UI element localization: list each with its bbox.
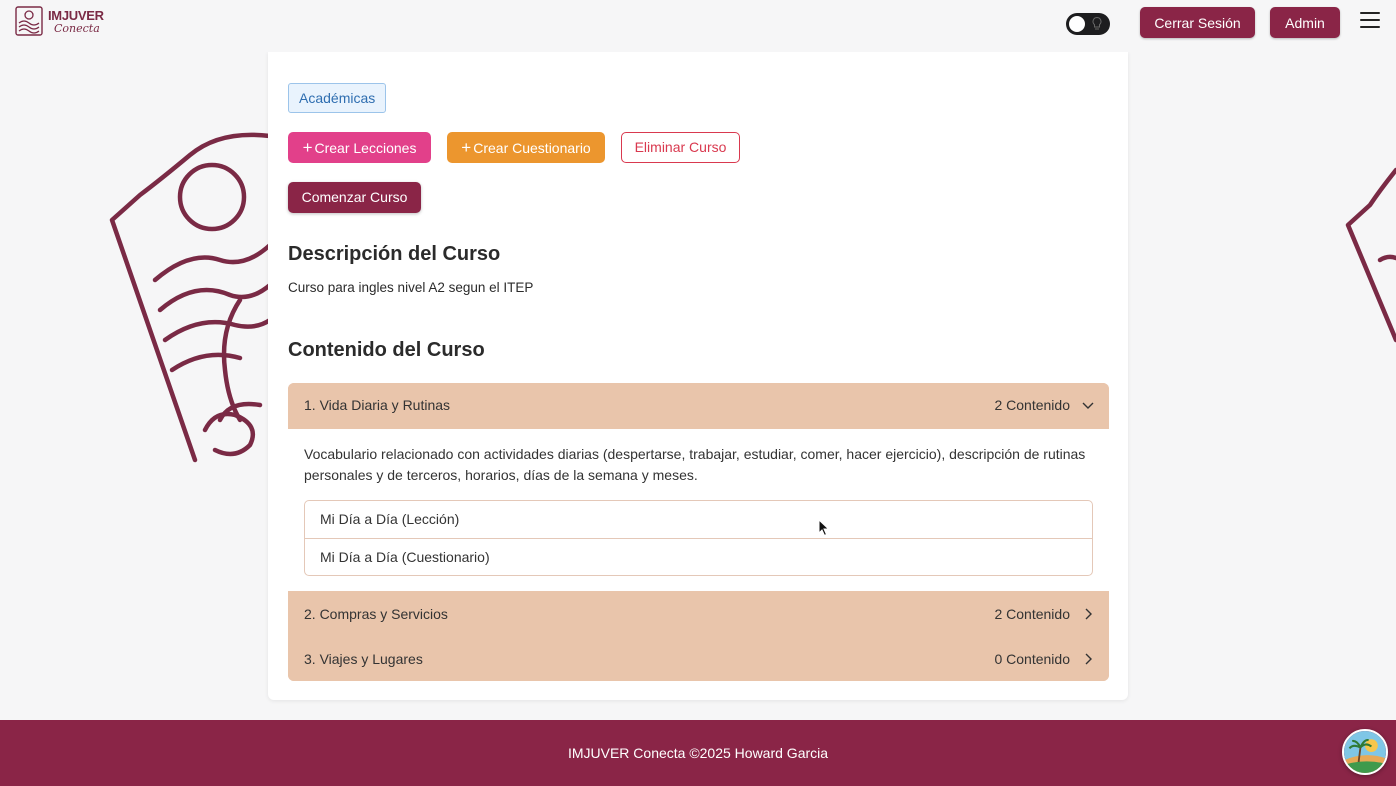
module-header-1[interactable]: 1. Vida Diaria y Rutinas 2 Contenido [288, 383, 1109, 428]
module-header-3[interactable]: 3. Viajes y Lugares 0 Contenido [288, 637, 1109, 681]
decorative-illustration-right [1345, 167, 1396, 343]
module-description: Vocabulario relacionado con actividades … [304, 446, 1086, 483]
theme-toggle-icon [1092, 16, 1102, 30]
site-footer: IMJUVER Conecta ©2025 Howard Garcia [0, 720, 1396, 786]
module-title: 2. Compras y Servicios [304, 606, 448, 622]
module-count: 0 Contenido [994, 651, 1070, 667]
module-title: 3. Viajes y Lugares [304, 651, 423, 667]
module-item-list: Mi Día a Día (Lección) Mi Día a Día (Cue… [304, 500, 1093, 576]
logo-icon [15, 6, 43, 36]
menu-icon[interactable] [1360, 12, 1380, 30]
top-navbar: IMJUVER Conecta Cerrar Sesión Admin [0, 0, 1396, 52]
create-quiz-button[interactable]: + Crear Cuestionario [447, 132, 605, 163]
category-tag[interactable]: Académicas [288, 83, 387, 113]
course-card: Académicas + Crear Lecciones + Crear Cuest… [268, 52, 1128, 700]
mouse-cursor-icon [818, 519, 830, 537]
decorative-illustration-left [109, 132, 273, 463]
logo-subtitle: Conecta [54, 21, 100, 35]
module-title: 1. Vida Diaria y Rutinas [304, 397, 451, 413]
delete-course-button[interactable]: Eliminar Curso [621, 132, 740, 163]
module-header-2[interactable]: 2. Compras y Servicios 2 Contenido [288, 592, 1109, 637]
description-text: Curso para ingles nivel A2 segun el ITEP [288, 280, 534, 295]
chevron-right-icon [1085, 653, 1092, 665]
logo-title: IMJUVER [48, 7, 104, 23]
description-heading: Descripción del Curso [288, 243, 501, 265]
admin-button[interactable]: Admin [1270, 7, 1340, 38]
chat-avatar-icon[interactable] [1342, 729, 1388, 775]
plus-icon: + [461, 138, 472, 157]
logout-button[interactable]: Cerrar Sesión [1140, 7, 1255, 38]
theme-toggle[interactable] [1066, 13, 1110, 35]
list-item-lesson[interactable]: Mi Día a Día (Lección) [305, 501, 1092, 538]
chevron-right-icon [1085, 608, 1092, 620]
footer-text: IMJUVER Conecta ©2025 Howard Garcia [567, 745, 829, 761]
course-content-accordion: 1. Vida Diaria y Rutinas 2 Contenido Voc… [288, 383, 1109, 681]
site-logo[interactable]: IMJUVER Conecta [14, 5, 104, 37]
list-item-quiz[interactable]: Mi Día a Día (Cuestionario) [305, 538, 1092, 575]
start-course-button[interactable]: Comenzar Curso [288, 182, 421, 213]
toggle-knob [1069, 16, 1085, 32]
module-count: 2 Contenido [994, 397, 1070, 413]
module-body-1: Vocabulario relacionado con actividades … [288, 429, 1109, 591]
plus-icon: + [302, 138, 313, 157]
create-lessons-button[interactable]: + Crear Lecciones [288, 132, 431, 163]
module-count: 2 Contenido [994, 606, 1070, 622]
content-heading: Contenido del Curso [288, 339, 485, 361]
chevron-down-icon [1082, 402, 1094, 409]
create-lessons-label: Crear Lecciones [314, 140, 417, 156]
create-quiz-label: Crear Cuestionario [473, 140, 591, 156]
